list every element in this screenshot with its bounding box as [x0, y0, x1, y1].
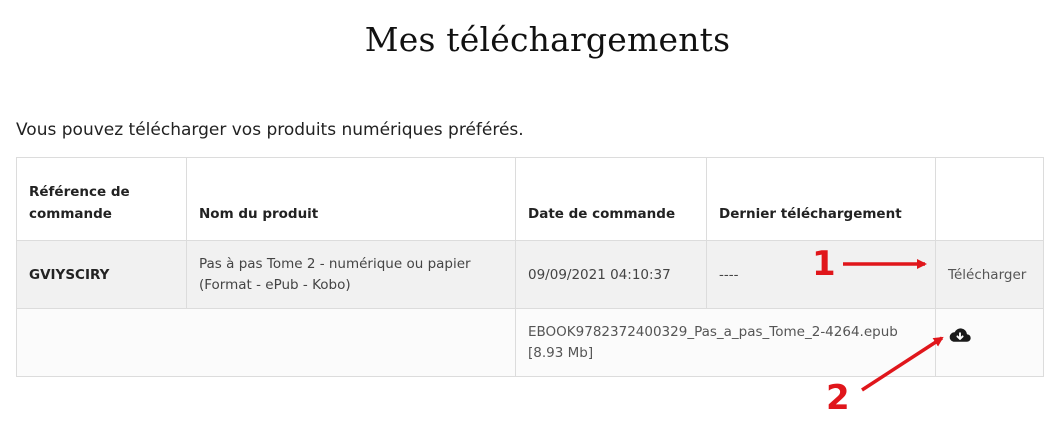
- order-row: GVIYSCIRY Pas à pas Tome 2 - numérique o…: [16, 240, 1044, 309]
- cloud-download-icon[interactable]: [948, 327, 972, 349]
- file-download-cell: [935, 308, 1044, 377]
- order-date: 09/09/2021 04:10:37: [515, 240, 707, 309]
- header-action: [935, 157, 1044, 241]
- file-row: EBOOK9782372400329_Pas_a_pas_Tome_2-4264…: [16, 308, 1044, 377]
- page-title: Mes téléchargements: [364, 20, 731, 59]
- download-link[interactable]: Télécharger: [948, 267, 1026, 283]
- intro-text: Vous pouvez télécharger vos produits num…: [16, 120, 524, 140]
- header-last-download: Dernier téléchargement: [706, 157, 936, 241]
- order-product-name: Pas à pas Tome 2 - numérique ou papier (…: [186, 240, 516, 309]
- file-size: [8.93 Mb]: [528, 344, 594, 361]
- annotation-marker-1: 1: [812, 244, 836, 284]
- header-product: Nom du produit: [186, 157, 516, 241]
- order-reference: GVIYSCIRY: [16, 240, 187, 309]
- table-header-row: Référence de commande Nom du produit Dat…: [16, 157, 1044, 241]
- header-reference: Référence de commande: [16, 157, 187, 241]
- annotation-marker-2: 2: [826, 378, 850, 418]
- file-row-empty-cell: [16, 308, 516, 377]
- file-name: EBOOK9782372400329_Pas_a_pas_Tome_2-4264…: [528, 323, 898, 340]
- header-order-date: Date de commande: [515, 157, 707, 241]
- download-cell: Télécharger: [935, 240, 1044, 309]
- downloads-table: Référence de commande Nom du produit Dat…: [16, 157, 1044, 377]
- file-info-cell: EBOOK9782372400329_Pas_a_pas_Tome_2-4264…: [515, 308, 936, 377]
